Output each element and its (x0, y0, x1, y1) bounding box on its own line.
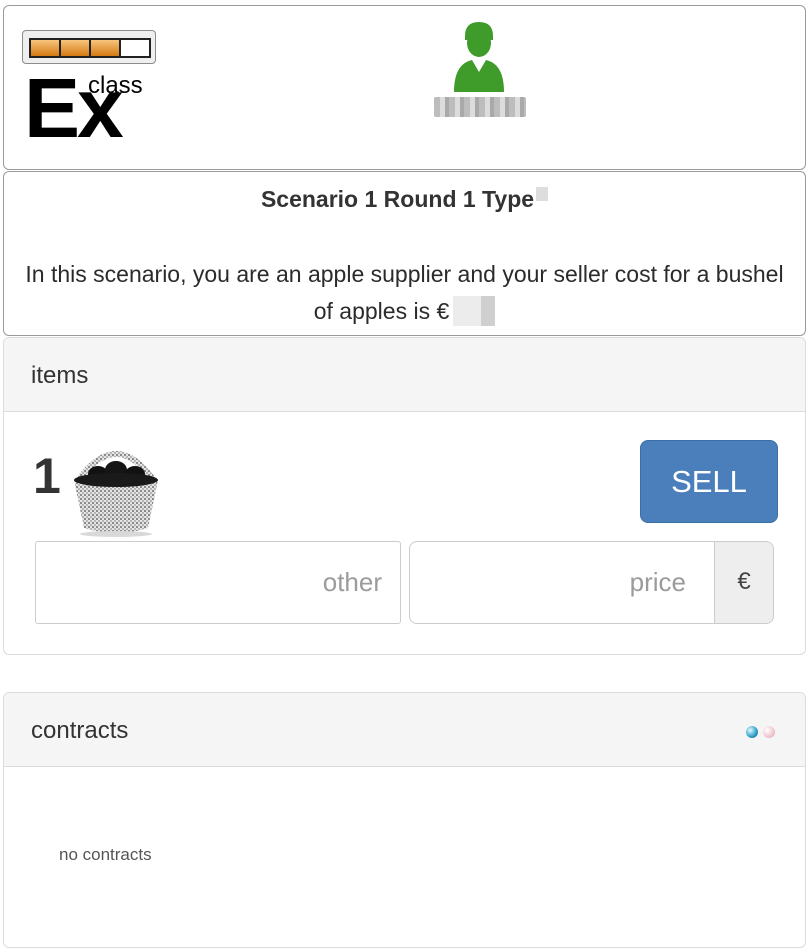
redacted-cost (453, 296, 496, 326)
status-dot-blue-icon (746, 726, 758, 738)
contracts-title: contracts (31, 717, 129, 744)
classex-logo: Ex class (18, 28, 158, 154)
apple-basket-icon (74, 451, 158, 537)
sell-button[interactable]: SELL (640, 440, 778, 523)
items-heading: items (4, 338, 805, 412)
currency-addon: € (714, 541, 774, 624)
other-input[interactable] (35, 541, 401, 624)
no-contracts-text: no contracts (59, 845, 152, 864)
scenario-description: In this scenario, you are an apple suppl… (25, 261, 784, 326)
connection-status (746, 726, 775, 738)
user-avatar-icon (454, 22, 504, 92)
header-panel: Ex class (3, 5, 806, 170)
item-quantity: 1 (33, 448, 61, 504)
scenario-title: Scenario 1 Round 1 Type (4, 186, 805, 213)
items-title: items (31, 362, 89, 389)
battery-icon (22, 30, 156, 64)
contracts-panel: contracts no contracts (3, 692, 806, 948)
items-panel: items 1 SELL € (3, 337, 806, 655)
price-input[interactable] (409, 541, 715, 624)
redacted-type (536, 187, 549, 201)
user-name-blurred (434, 97, 526, 117)
scenario-panel: Scenario 1 Round 1 Type In this scenario… (3, 171, 806, 336)
logo-class-text: class (88, 72, 143, 99)
contracts-heading: contracts (4, 693, 805, 767)
status-dot-pink-icon (763, 726, 775, 738)
